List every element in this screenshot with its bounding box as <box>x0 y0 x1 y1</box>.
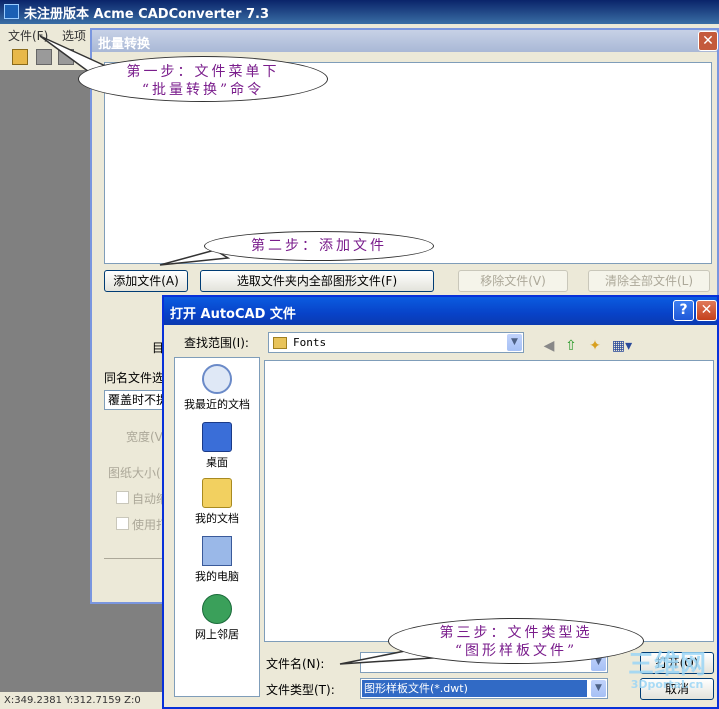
watermark-line1: 三维网 <box>627 650 706 680</box>
callout-step2-text: 第二步：添加文件 <box>204 231 434 261</box>
callout-step1-line2: “批量转换”命令 <box>141 82 265 98</box>
callout-step3-line1: 第三步：文件类型选 <box>439 625 593 641</box>
callout-pointers <box>39 35 434 665</box>
site-watermark: 三维网 3Dportal.cn <box>620 652 714 704</box>
callout-step3-line2: “图形样板文件” <box>454 643 578 659</box>
callout-step1-line1: 第一步：文件菜单下 <box>126 64 280 80</box>
watermark-line2: 3Dportal.cn <box>630 678 704 691</box>
